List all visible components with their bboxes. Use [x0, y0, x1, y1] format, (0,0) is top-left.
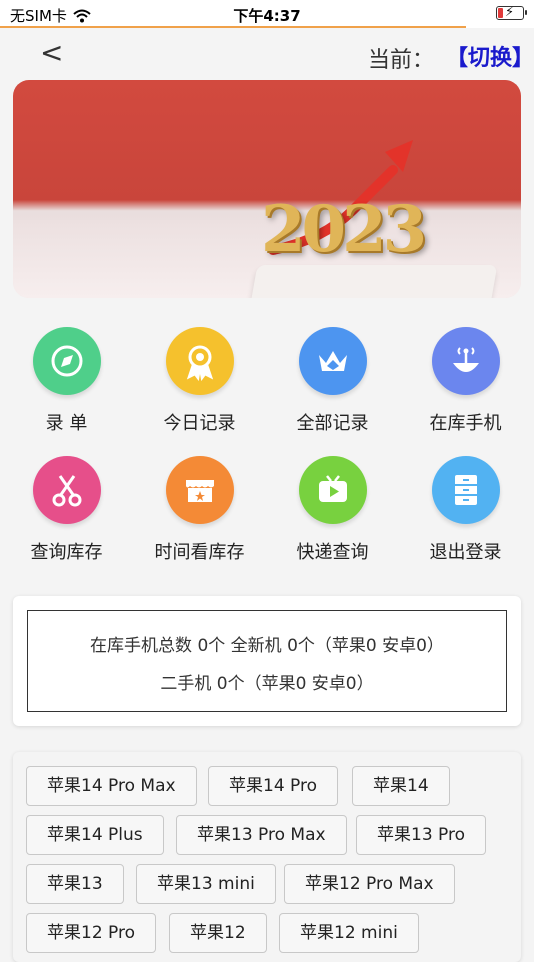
model-filter-panel: 苹果14 Pro Max 苹果14 Pro 苹果14 苹果14 Plus 苹果1…	[13, 752, 521, 962]
menu-item-label: 在库手机	[429, 413, 502, 434]
menu-item-express-query[interactable]: 快递查询	[266, 456, 399, 564]
banner-scroll	[248, 265, 498, 298]
banner-image: 2023	[13, 80, 521, 298]
cabinet-icon	[431, 456, 500, 524]
menu-item-entry[interactable]: 录 单	[0, 327, 133, 435]
antenna-icon	[431, 327, 500, 395]
status-bar: 无SIM卡 下午4:37 ⚡	[0, 0, 534, 28]
current-label: 当前：	[368, 48, 435, 73]
nav-bar: < 当前： 【切换】	[0, 28, 534, 80]
store-icon	[165, 456, 234, 524]
model-chip[interactable]: 苹果12 mini	[279, 913, 419, 953]
stock-summary-card: 在库手机总数 0个 全新机 0个（苹果0 安卓0） 二手机 0个（苹果0 安卓0…	[13, 596, 521, 726]
compass-icon	[32, 327, 101, 395]
model-chip[interactable]: 苹果13 Pro Max	[176, 815, 347, 855]
menu-item-label: 录 单	[45, 413, 88, 434]
back-button[interactable]: <	[40, 36, 63, 69]
model-chip[interactable]: 苹果12 Pro Max	[284, 864, 455, 904]
menu-item-label: 退出登录	[429, 542, 502, 563]
menu-item-label: 时间看库存	[154, 542, 245, 563]
switch-button[interactable]: 【切换】	[446, 40, 534, 72]
model-chip[interactable]: 苹果13	[26, 864, 124, 904]
model-chip[interactable]: 苹果12 Pro	[26, 913, 157, 953]
menu-item-label: 查询库存	[30, 542, 103, 563]
tv-icon	[298, 456, 367, 524]
model-chip[interactable]: 苹果14 Pro Max	[26, 766, 197, 806]
stock-summary-line-2: 二手机 0个（苹果0 安卓0）	[160, 674, 374, 694]
award-icon	[165, 327, 234, 395]
battery-icon: ⚡	[496, 5, 527, 20]
menu-item-label: 全部记录	[296, 413, 369, 434]
menu-item-all-records[interactable]: 全部记录	[266, 327, 399, 435]
menu-item-label: 今日记录	[163, 413, 236, 434]
menu-item-query-stock[interactable]: 查询库存	[0, 456, 133, 564]
scissors-icon	[32, 456, 101, 524]
menu-item-stock-by-time[interactable]: 时间看库存	[133, 456, 266, 564]
menu-item-logout[interactable]: 退出登录	[399, 456, 532, 564]
stock-summary-line-1: 在库手机总数 0个 全新机 0个（苹果0 安卓0）	[90, 636, 444, 656]
model-chip[interactable]: 苹果13 mini	[136, 864, 276, 904]
model-chip[interactable]: 苹果13 Pro	[356, 815, 487, 855]
crown-icon	[298, 327, 367, 395]
menu-item-in-stock-phones[interactable]: 在库手机	[399, 327, 532, 435]
banner-year: 2023	[261, 192, 427, 267]
status-time: 下午4:37	[233, 7, 301, 25]
model-chip[interactable]: 苹果14 Pro	[208, 766, 339, 806]
model-chip[interactable]: 苹果14 Plus	[26, 815, 164, 855]
model-chip[interactable]: 苹果14	[352, 766, 450, 806]
menu-item-today-records[interactable]: 今日记录	[133, 327, 266, 435]
menu-item-label: 快递查询	[296, 542, 369, 563]
model-chip[interactable]: 苹果12	[169, 913, 267, 953]
stock-summary-box: 在库手机总数 0个 全新机 0个（苹果0 安卓0） 二手机 0个（苹果0 安卓0…	[27, 610, 507, 712]
